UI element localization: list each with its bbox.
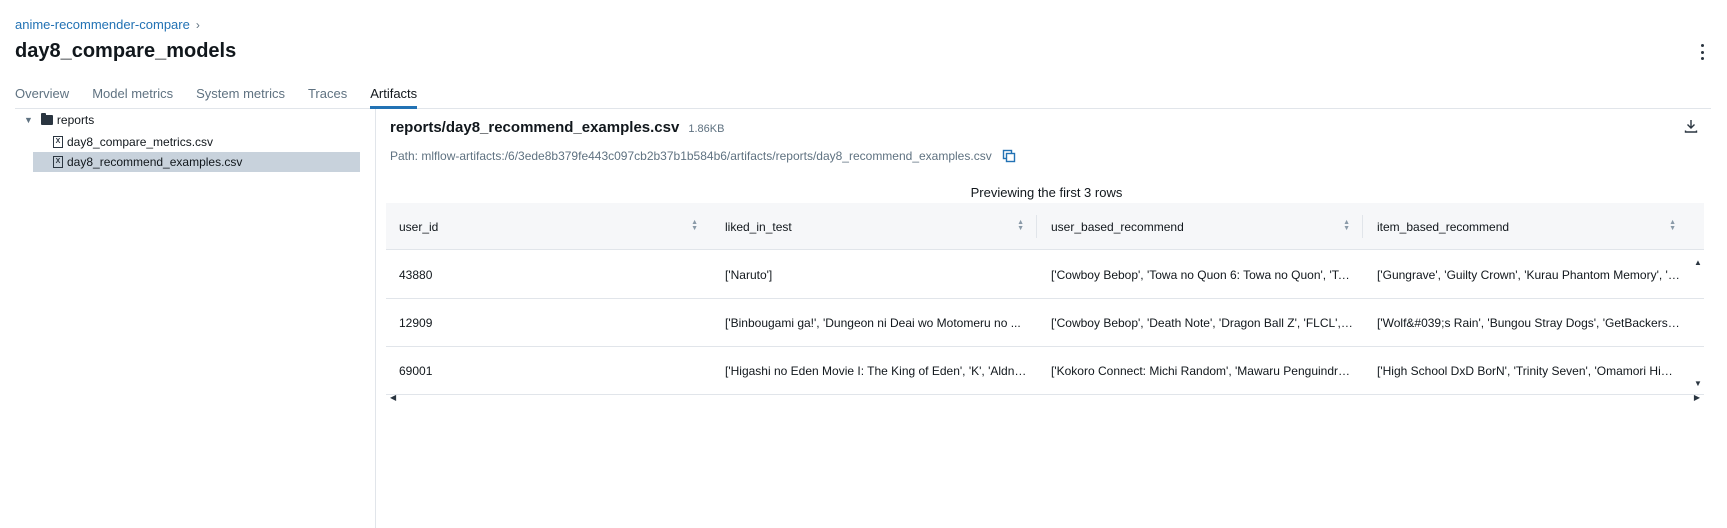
cell-user-based-recommend: ['Kokoro Connect: Michi Random', 'Mawaru… (1051, 363, 1354, 378)
artifact-header: reports/day8_recommend_examples.csv 1.86… (390, 119, 724, 136)
breadcrumb: anime-recommender-compare › (15, 17, 200, 32)
caret-down-icon[interactable]: ▼ (24, 115, 33, 125)
column-header-liked-in-test[interactable]: liked_in_test ▲ ▼ (712, 203, 1038, 250)
tree-file-label: day8_recommend_examples.csv (67, 155, 243, 169)
sort-icon[interactable]: ▲ ▼ (1669, 219, 1676, 232)
table-row: 69001 ['Higashi no Eden Movie I: The Kin… (386, 347, 1704, 395)
artifact-path-text: Path: mlflow-artifacts:/6/3ede8b379fe443… (390, 149, 992, 163)
tab-system-metrics[interactable]: System metrics (196, 86, 285, 108)
cell-liked-in-test: ['Binbougami ga!', 'Dungeon ni Deai wo M… (725, 315, 1021, 330)
cell-user-id: 69001 (399, 363, 433, 378)
cell-user-id: 43880 (399, 267, 433, 282)
tree-folder-reports[interactable]: ▼ reports (24, 110, 94, 130)
column-header-user-id[interactable]: user_id ▲ ▼ (386, 203, 712, 250)
table-row: 43880 ['Naruto'] ['Cowboy Bebop', 'Towa … (386, 251, 1704, 299)
tree-file-recommend-examples[interactable]: X day8_recommend_examples.csv (33, 152, 360, 172)
artifact-title: reports/day8_recommend_examples.csv (390, 119, 680, 136)
tab-overview[interactable]: Overview (15, 86, 69, 108)
vertical-scrollbar[interactable]: ▲ ▼ (1692, 258, 1704, 388)
cell-liked-in-test: ['Naruto'] (725, 267, 773, 282)
breadcrumb-experiment-link[interactable]: anime-recommender-compare (15, 17, 190, 32)
cell-item-based-recommend: ['Wolf&#039;s Rain', 'Bungou Stray Dogs'… (1377, 315, 1680, 330)
tree-file-compare-metrics[interactable]: X day8_compare_metrics.csv (53, 132, 213, 152)
cell-user-based-recommend: ['Cowboy Bebop', 'Towa no Quon 6: Towa n… (1051, 267, 1354, 282)
cell-liked-in-test: ['Higashi no Eden Movie I: The King of E… (725, 363, 1028, 378)
scroll-up-icon[interactable]: ▲ (1694, 258, 1702, 267)
copy-icon[interactable] (1002, 149, 1016, 163)
run-tabs: Overview Model metrics System metrics Tr… (15, 86, 1711, 109)
tab-model-metrics[interactable]: Model metrics (92, 86, 173, 108)
csv-file-icon: X (53, 156, 63, 168)
preview-note: Previewing the first 3 rows (970, 185, 1123, 200)
tree-folder-label: reports (56, 113, 95, 127)
column-header-user-based-recommend[interactable]: user_based_recommend ▲ ▼ (1038, 203, 1364, 250)
tree-file-label: day8_compare_metrics.csv (67, 135, 214, 149)
sort-icon[interactable]: ▲ ▼ (691, 219, 698, 232)
horizontal-scrollbar[interactable]: ◀ ▶ (386, 393, 1704, 407)
chevron-right-icon: › (195, 17, 200, 32)
artifact-size: 1.86KB (688, 123, 725, 135)
table-header: user_id ▲ ▼ liked_in_test ▲ ▼ user_based_r… (386, 203, 1704, 250)
sort-icon[interactable]: ▲ ▼ (1017, 219, 1024, 232)
scroll-down-icon[interactable]: ▼ (1694, 379, 1702, 388)
artifact-path: Path: mlflow-artifacts:/6/3ede8b379fe443… (390, 149, 1016, 163)
cell-user-based-recommend: ['Cowboy Bebop', 'Death Note', 'Dragon B… (1051, 315, 1354, 330)
table-row: 12909 ['Binbougami ga!', 'Dungeon ni Dea… (386, 299, 1704, 347)
tab-artifacts[interactable]: Artifacts (370, 86, 417, 109)
sort-icon[interactable]: ▲ ▼ (1343, 219, 1350, 232)
tab-traces[interactable]: Traces (308, 86, 347, 108)
cell-user-id: 12909 (399, 315, 433, 330)
more-options-icon[interactable] (1697, 44, 1707, 60)
column-header-item-based-recommend[interactable]: item_based_recommend ▲ ▼ (1364, 203, 1690, 250)
csv-preview-table: user_id ▲ ▼ liked_in_test ▲ ▼ user_based_r… (386, 203, 1704, 402)
page-title: day8_compare_models (15, 40, 237, 62)
scroll-right-icon[interactable]: ▶ (1694, 393, 1700, 402)
folder-icon (40, 113, 53, 125)
csv-file-icon: X (53, 136, 63, 148)
run-artifacts-page: anime-recommender-compare › day8_compare… (0, 0, 1727, 528)
download-icon[interactable] (1683, 118, 1699, 134)
cell-item-based-recommend: ['High School DxD BorN', 'Trinity Seven'… (1377, 363, 1680, 378)
cell-item-based-recommend: ['Gungrave', 'Guilty Crown', 'Kurau Phan… (1377, 267, 1680, 282)
scroll-left-icon[interactable]: ◀ (390, 393, 396, 402)
